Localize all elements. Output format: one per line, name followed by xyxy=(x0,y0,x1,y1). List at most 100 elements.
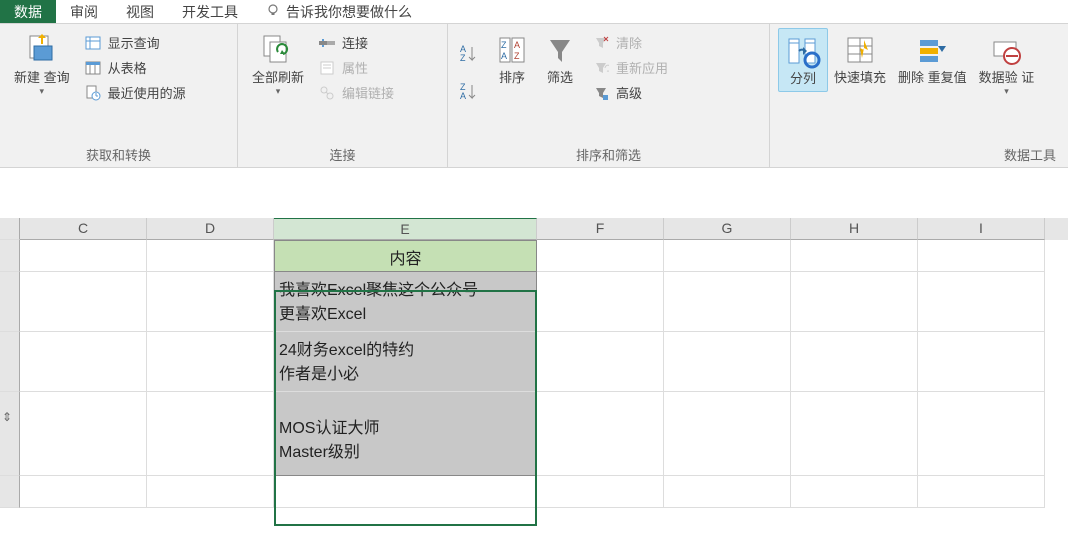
recent-sources-button[interactable]: 最近使用的源 xyxy=(80,82,190,103)
cell[interactable] xyxy=(20,476,147,508)
show-queries-label: 显示查询 xyxy=(108,33,160,52)
cell[interactable] xyxy=(537,392,664,476)
from-table-icon xyxy=(84,59,102,77)
cell[interactable] xyxy=(918,272,1045,332)
cell[interactable] xyxy=(537,476,664,508)
column-headers: C D E F G H I xyxy=(0,218,1068,240)
sort-label: 排序 xyxy=(499,70,525,86)
col-header-c[interactable]: C xyxy=(20,218,147,240)
cell[interactable] xyxy=(918,392,1045,476)
cell[interactable] xyxy=(537,332,664,392)
properties-label: 属性 xyxy=(342,58,368,77)
advanced-icon xyxy=(592,84,610,102)
cell[interactable] xyxy=(147,240,274,272)
cell[interactable] xyxy=(20,240,147,272)
col-header-i[interactable]: I xyxy=(918,218,1045,240)
cell[interactable] xyxy=(791,332,918,392)
tab-tellme[interactable]: 告诉我你想要做什么 xyxy=(252,0,426,23)
refresh-all-label: 全部刷新 xyxy=(252,70,304,86)
tab-dev[interactable]: 开发工具 xyxy=(168,0,252,23)
sort-button[interactable]: ZAAZ 排序 xyxy=(488,28,536,90)
col-header-e[interactable]: E xyxy=(274,218,537,240)
row-header[interactable] xyxy=(0,392,20,476)
tab-data[interactable]: 数据 xyxy=(0,0,56,23)
data-validation-icon xyxy=(988,32,1024,68)
flash-fill-button[interactable]: 快速填充 xyxy=(828,28,892,90)
connections-icon xyxy=(318,34,336,52)
cell[interactable] xyxy=(20,392,147,476)
cell[interactable] xyxy=(791,240,918,272)
cell[interactable] xyxy=(664,332,791,392)
row-header[interactable] xyxy=(0,240,20,272)
ribbon: 新建 查询 ▾ 显示查询 从表格 最近使用的源 获取和转换 xyxy=(0,24,1068,168)
cell[interactable] xyxy=(664,240,791,272)
lightbulb-icon xyxy=(266,3,280,20)
cell[interactable] xyxy=(147,392,274,476)
cell[interactable] xyxy=(918,240,1045,272)
sort-desc-button[interactable]: ZA xyxy=(456,82,488,102)
properties-icon xyxy=(318,59,336,77)
show-queries-icon xyxy=(84,34,102,52)
group-data-tools: 分列 快速填充 删除 重复值 数据验 证 ▾ xyxy=(770,24,1068,167)
col-header-f[interactable]: F xyxy=(537,218,664,240)
flash-fill-label: 快速填充 xyxy=(834,70,886,86)
cell[interactable] xyxy=(20,272,147,332)
cell[interactable] xyxy=(918,332,1045,392)
new-query-icon xyxy=(24,32,60,68)
cell-e-header[interactable]: 内容 xyxy=(274,240,537,272)
cell[interactable] xyxy=(20,332,147,392)
advanced-button[interactable]: 高级 xyxy=(588,82,672,103)
data-validation-label: 数据验 证 xyxy=(979,70,1035,86)
filter-label: 筛选 xyxy=(547,70,573,86)
sort-desc-icon: ZA xyxy=(460,83,478,101)
refresh-all-button[interactable]: 全部刷新 ▾ xyxy=(246,28,310,101)
cell[interactable] xyxy=(537,240,664,272)
cell[interactable] xyxy=(537,272,664,332)
cell[interactable] xyxy=(664,476,791,508)
sort-asc-button[interactable]: AZ xyxy=(456,44,488,64)
rows: 内容 我喜欢Excel聚焦这个公众号 更喜欢Excel 24财务excel的特约… xyxy=(0,240,1068,508)
cell[interactable] xyxy=(918,476,1045,508)
cell[interactable] xyxy=(147,272,274,332)
svg-text:A: A xyxy=(501,51,507,61)
tab-review[interactable]: 审阅 xyxy=(56,0,112,23)
cell[interactable] xyxy=(791,476,918,508)
text-to-columns-label: 分列 xyxy=(790,71,816,87)
cell[interactable] xyxy=(274,476,537,508)
text-to-columns-button[interactable]: 分列 xyxy=(778,28,828,92)
cell[interactable] xyxy=(664,272,791,332)
group-sort-filter: AZ ZA ZAAZ 排序 筛选 清 xyxy=(448,24,770,167)
col-header-d[interactable]: D xyxy=(147,218,274,240)
new-query-label: 新建 查询 xyxy=(14,70,70,86)
dropdown-icon: ▾ xyxy=(40,86,45,97)
edit-links-icon xyxy=(318,84,336,102)
cell[interactable] xyxy=(664,392,791,476)
spreadsheet-grid[interactable]: ⇕ C D E F G H I 内容 我喜欢Excel聚焦这个公众号 更喜欢Ex… xyxy=(0,218,1068,508)
data-validation-button[interactable]: 数据验 证 ▾ xyxy=(973,28,1041,101)
cell-e-row1[interactable]: 我喜欢Excel聚焦这个公众号 更喜欢Excel xyxy=(274,272,537,332)
row-header[interactable] xyxy=(0,476,20,508)
dropdown-icon: ▾ xyxy=(1004,86,1009,97)
cell-e-row3[interactable]: MOS认证大师 Master级别 xyxy=(274,392,537,476)
from-table-button[interactable]: 从表格 xyxy=(80,57,190,78)
show-queries-button[interactable]: 显示查询 xyxy=(80,32,190,53)
clear-icon xyxy=(592,34,610,52)
tab-view[interactable]: 视图 xyxy=(112,0,168,23)
remove-duplicates-button[interactable]: 删除 重复值 xyxy=(892,28,973,90)
cell[interactable] xyxy=(791,272,918,332)
group-acquire: 新建 查询 ▾ 显示查询 从表格 最近使用的源 获取和转换 xyxy=(0,24,238,167)
cell[interactable] xyxy=(147,476,274,508)
connections-label: 连接 xyxy=(342,33,368,52)
col-header-h[interactable]: H xyxy=(791,218,918,240)
cell[interactable] xyxy=(791,392,918,476)
cell[interactable] xyxy=(147,332,274,392)
clear-button: 清除 xyxy=(588,32,672,53)
cell-e-row2[interactable]: 24财务excel的特约 作者是小必 xyxy=(274,332,537,392)
select-all-corner[interactable] xyxy=(0,218,20,240)
connections-button[interactable]: 连接 xyxy=(314,32,398,53)
col-header-g[interactable]: G xyxy=(664,218,791,240)
new-query-button[interactable]: 新建 查询 ▾ xyxy=(8,28,76,101)
filter-button[interactable]: 筛选 xyxy=(536,28,584,90)
row-header[interactable] xyxy=(0,332,20,392)
row-header[interactable] xyxy=(0,272,20,332)
